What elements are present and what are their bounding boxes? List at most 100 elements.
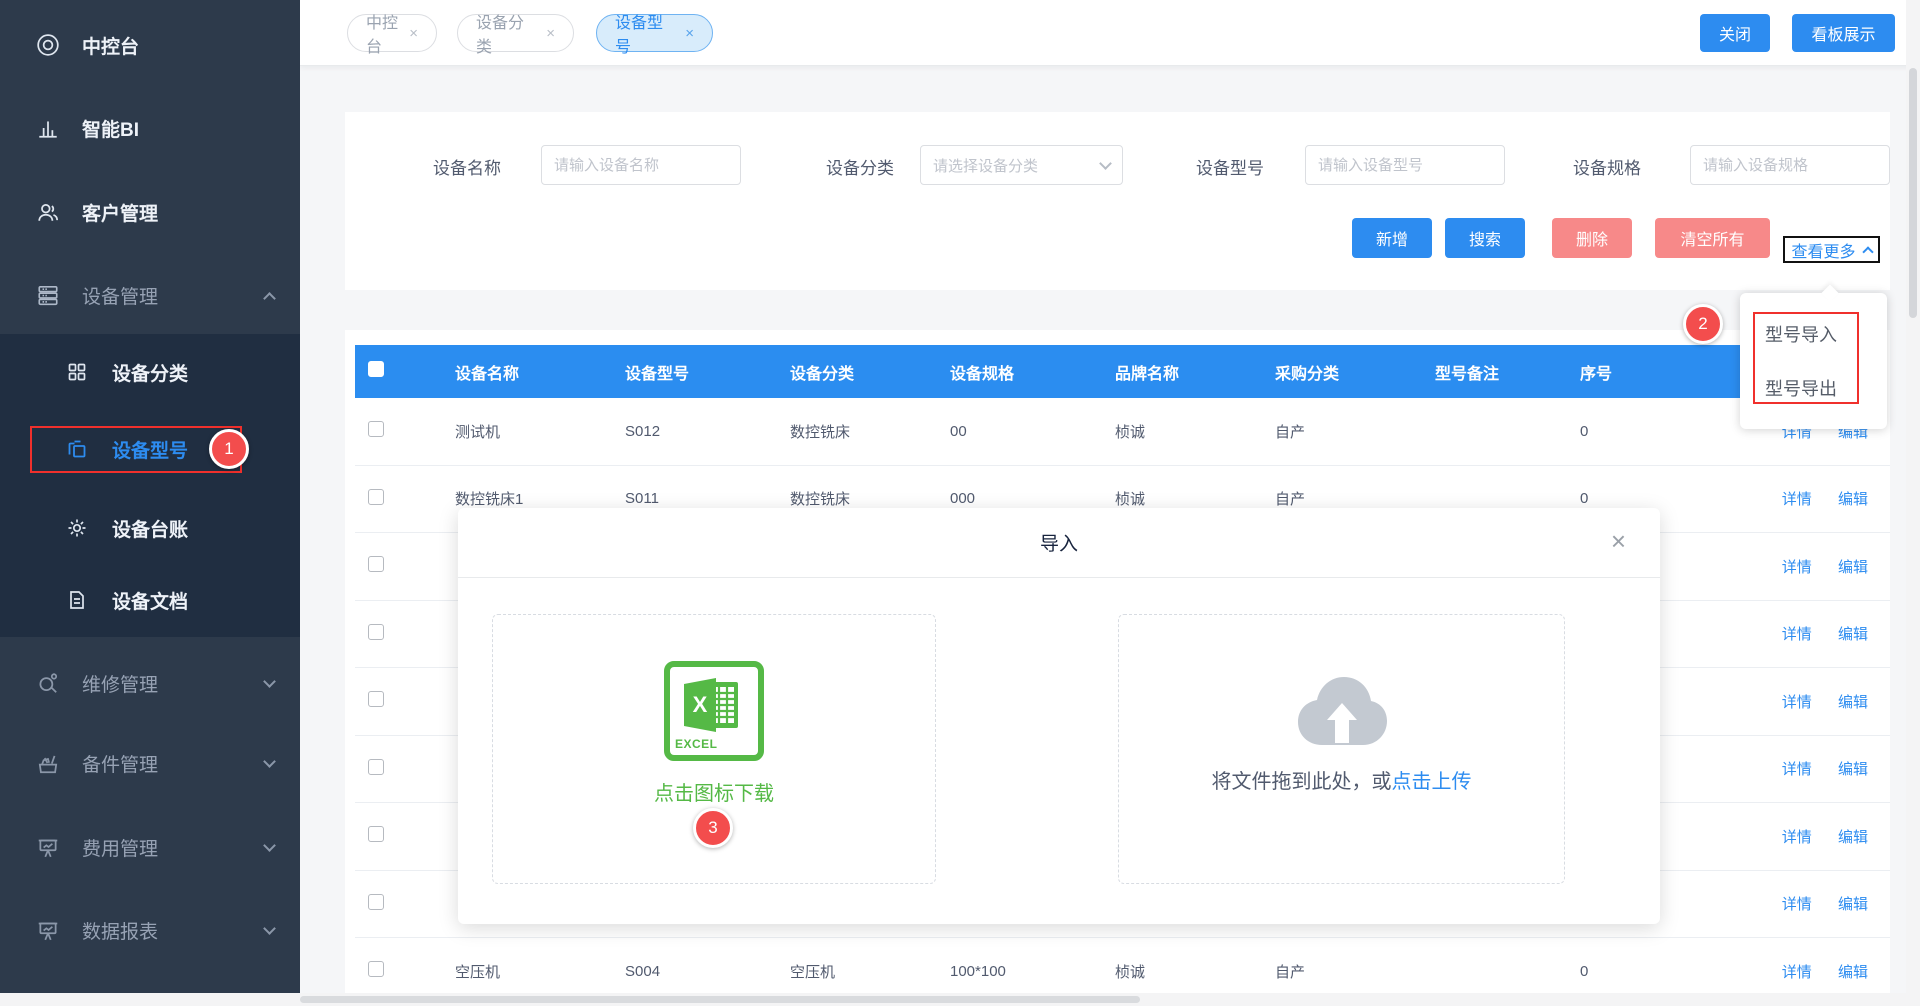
upload-dropzone[interactable]: 将文件拖到此处，或点击上传 — [1118, 614, 1565, 884]
dropzone-text: 将文件拖到此处，或点击上传 — [1212, 765, 1472, 794]
column-header: 设备名称 — [455, 360, 625, 384]
sidebar-item-spare-parts[interactable]: 备件管理 — [0, 738, 300, 788]
column-header: 品牌名称 — [1115, 360, 1275, 384]
tab-equipment-model[interactable]: 设备型号 × — [596, 14, 713, 52]
chevron-down-icon — [263, 922, 276, 935]
sidebar-item-equipment-model[interactable]: 设备型号 — [0, 424, 300, 474]
excel-icon[interactable]: X EXCEL — [664, 661, 764, 761]
click-upload-link[interactable]: 点击上传 — [1392, 771, 1472, 793]
sidebar-item-customers[interactable]: 客户管理 — [0, 187, 300, 237]
edit-link[interactable]: 编辑 — [1838, 694, 1868, 711]
sidebar-item-equipment[interactable]: 设备管理 — [0, 270, 300, 320]
console-icon — [36, 32, 62, 58]
tab-close-icon[interactable]: × — [546, 26, 555, 41]
row-checkbox[interactable] — [368, 624, 384, 640]
filter-label-model: 设备型号 — [1196, 154, 1264, 179]
users-icon — [36, 199, 62, 225]
sidebar-item-label: 设备管理 — [82, 282, 158, 309]
edit-link[interactable]: 编辑 — [1838, 626, 1868, 643]
vertical-scrollbar[interactable] — [1906, 0, 1920, 1006]
cloud-upload-icon — [1294, 675, 1390, 749]
sidebar-item-console[interactable]: 中控台 — [0, 20, 300, 70]
search-button[interactable]: 搜索 — [1445, 218, 1525, 258]
sidebar-item-repair[interactable]: 维修管理 — [0, 658, 300, 708]
chevron-up-icon — [263, 292, 276, 305]
row-checkbox[interactable] — [368, 556, 384, 572]
sidebar-item-expenses[interactable]: 费用管理 — [0, 822, 300, 872]
tab-bar: 中控台 × 设备分类 × 设备型号 × 关闭 看板展示 — [300, 0, 1920, 66]
sidebar-item-bi[interactable]: 智能BI — [0, 103, 300, 153]
tab-close-icon[interactable]: × — [685, 26, 694, 41]
download-caption[interactable]: 点击图标下载 — [654, 777, 774, 806]
detail-link[interactable]: 详情 — [1782, 559, 1812, 576]
table-row: 测试机 S012 数控铣床 00 桢诚 自产 0 详情 编辑 — [355, 398, 1890, 466]
column-header: 序号 — [1580, 360, 1740, 384]
equipment-category-select[interactable]: 请选择设备分类 — [920, 145, 1123, 185]
sidebar-item-label: 数据报表 — [82, 917, 158, 944]
edit-link[interactable]: 编辑 — [1838, 896, 1868, 913]
edit-link[interactable]: 编辑 — [1838, 829, 1868, 846]
cell-purchase-category: 自产 — [1275, 488, 1435, 509]
sidebar-item-equipment-docs[interactable]: 设备文档 — [0, 575, 300, 625]
column-header: 设备型号 — [625, 360, 790, 384]
delete-button[interactable]: 删除 — [1552, 218, 1632, 258]
cell-purchase-category: 自产 — [1275, 421, 1435, 442]
cell-serial: 0 — [1580, 423, 1740, 440]
copy-icon — [66, 436, 92, 462]
horizontal-scrollbar[interactable] — [0, 993, 1920, 1006]
detail-link[interactable]: 详情 — [1782, 896, 1812, 913]
cell-brand-name: 桢诚 — [1115, 421, 1275, 442]
row-checkbox[interactable] — [368, 826, 384, 842]
row-checkbox[interactable] — [368, 759, 384, 775]
sidebar-item-equipment-category[interactable]: 设备分类 — [0, 347, 300, 397]
clear-all-button[interactable]: 清空所有 — [1655, 218, 1770, 258]
detail-link[interactable]: 详情 — [1782, 694, 1812, 711]
detail-link[interactable]: 详情 — [1782, 829, 1812, 846]
sidebar-item-reports[interactable]: 数据报表 — [0, 905, 300, 955]
filter-label-spec: 设备规格 — [1573, 154, 1641, 179]
equipment-spec-input[interactable] — [1690, 145, 1890, 185]
bar-chart-icon — [36, 115, 62, 141]
magnifier-gear-icon — [36, 670, 62, 696]
select-all-checkbox[interactable] — [368, 361, 384, 377]
detail-link[interactable]: 详情 — [1782, 626, 1812, 643]
excel-icon-label: EXCEL — [675, 737, 718, 751]
row-checkbox[interactable] — [368, 691, 384, 707]
row-checkbox[interactable] — [368, 961, 384, 977]
row-checkbox[interactable] — [368, 421, 384, 437]
server-stack-icon — [36, 282, 62, 308]
row-checkbox[interactable] — [368, 894, 384, 910]
menu-item-model-import[interactable]: 型号导入 — [1740, 321, 1887, 347]
view-more-link[interactable]: 查看更多 — [1783, 236, 1880, 263]
close-page-button[interactable]: 关闭 — [1700, 14, 1770, 52]
detail-link[interactable]: 详情 — [1782, 491, 1812, 508]
equipment-name-input[interactable] — [541, 145, 741, 185]
edit-link[interactable]: 编辑 — [1838, 964, 1868, 981]
close-icon[interactable]: × — [1611, 528, 1626, 554]
menu-item-model-export[interactable]: 型号导出 — [1740, 375, 1887, 401]
gear-icon — [66, 515, 92, 541]
row-checkbox[interactable] — [368, 489, 384, 505]
tab-close-icon[interactable]: × — [409, 26, 418, 41]
detail-link[interactable]: 详情 — [1782, 964, 1812, 981]
cell-equipment-spec: 100*100 — [950, 963, 1115, 980]
add-button[interactable]: 新增 — [1352, 218, 1432, 258]
tab-console[interactable]: 中控台 × — [347, 14, 437, 52]
vertical-scrollbar-thumb[interactable] — [1909, 68, 1917, 318]
cell-equipment-spec: 00 — [950, 423, 1115, 440]
horizontal-scrollbar-thumb[interactable] — [300, 996, 1140, 1003]
tab-equipment-category[interactable]: 设备分类 × — [457, 14, 574, 52]
edit-link[interactable]: 编辑 — [1838, 761, 1868, 778]
board-display-button[interactable]: 看板展示 — [1792, 14, 1895, 52]
filter-label-category: 设备分类 — [826, 154, 894, 179]
table-header-row: 设备名称 设备型号 设备分类 设备规格 品牌名称 采购分类 型号备注 序号 — [355, 345, 1890, 398]
cell-equipment-model: S004 — [625, 963, 790, 980]
detail-link[interactable]: 详情 — [1782, 761, 1812, 778]
sidebar-item-label: 备件管理 — [82, 750, 158, 777]
modal-title: 导入 — [1040, 529, 1078, 556]
edit-link[interactable]: 编辑 — [1838, 491, 1868, 508]
equipment-model-input[interactable] — [1305, 145, 1505, 185]
edit-link[interactable]: 编辑 — [1838, 559, 1868, 576]
annotation-badge-1: 1 — [209, 429, 249, 469]
sidebar-item-equipment-ledger[interactable]: 设备台账 — [0, 503, 300, 553]
